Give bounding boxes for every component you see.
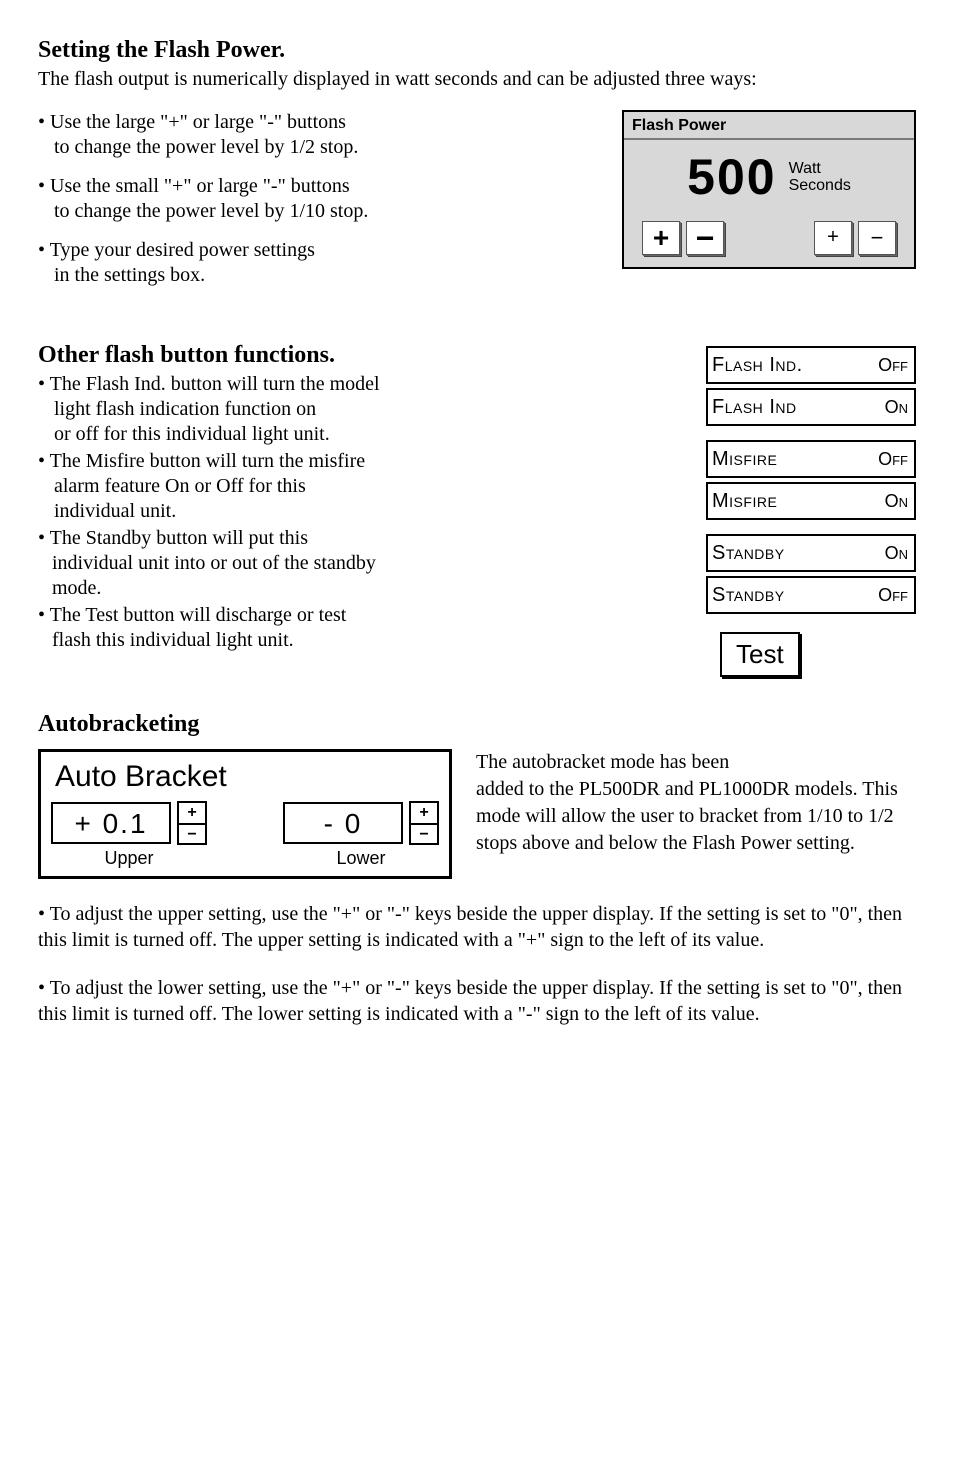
- status-state: On: [885, 490, 908, 513]
- other-functions-bullet-list: • The Flash Ind. button will turn the mo…: [38, 372, 600, 653]
- paragraph-lower: • To adjust the lower setting, use the "…: [38, 975, 916, 1027]
- status-label: Flash Ind: [712, 395, 797, 420]
- lower-stepper: + −: [409, 801, 439, 845]
- bullet-text: • Use the large "+" or large "-" buttons: [38, 110, 582, 135]
- paragraph-upper: • To adjust the upper setting, use the "…: [38, 901, 916, 953]
- bullet-text: or off for this individual light unit.: [38, 422, 600, 447]
- status-state: Off: [878, 354, 908, 377]
- bullet-text: in the settings box.: [38, 263, 582, 288]
- list-item: • The Standby button will put this indiv…: [38, 526, 600, 601]
- bullet-text: alarm feature On or Off for this: [38, 474, 600, 499]
- ab-text-line: added to the PL500DR and PL1000DR models…: [476, 778, 898, 854]
- upper-plus-button[interactable]: +: [179, 803, 205, 823]
- bullet-text: • The Misfire button will turn the misfi…: [38, 449, 600, 474]
- status-state: Off: [878, 448, 908, 471]
- list-item: • Use the large "+" or large "-" buttons…: [38, 110, 582, 160]
- upper-minus-button[interactable]: −: [179, 823, 205, 845]
- bullet-text: • Type your desired power settings: [38, 238, 582, 263]
- status-label: Misfire: [712, 447, 777, 472]
- standby-off-button[interactable]: Standby Off: [706, 576, 916, 614]
- bullet-text: • Use the small "+" or large "-" buttons: [38, 174, 582, 199]
- upper-stepper: + −: [177, 801, 207, 845]
- list-item: • Use the small "+" or large "-" buttons…: [38, 174, 582, 224]
- list-item: • The Flash Ind. button will turn the mo…: [38, 372, 600, 447]
- flash-power-bullet-list: • Use the large "+" or large "-" buttons…: [38, 110, 582, 288]
- test-button[interactable]: Test: [720, 632, 800, 677]
- unit-line: Watt: [789, 160, 821, 177]
- bullet-text: flash this individual light unit.: [38, 628, 600, 653]
- bullet-text: individual unit.: [38, 499, 600, 524]
- bullet-text: • The Standby button will put this: [38, 526, 600, 551]
- bullet-text: • The Test button will discharge or test: [38, 603, 600, 628]
- status-label: Flash Ind.: [712, 353, 803, 378]
- heading-other-functions: Other flash button functions.: [38, 340, 600, 370]
- upper-value-display[interactable]: + 0.1: [51, 802, 171, 844]
- autobracket-description: The autobracket mode has been added to t…: [476, 749, 916, 857]
- ab-text-line: The autobracket mode has been: [476, 751, 729, 773]
- status-label: Misfire: [712, 489, 777, 514]
- status-buttons-illustration: Flash Ind. Off Flash Ind On Misfire Off …: [706, 346, 916, 677]
- list-item: • The Misfire button will turn the misfi…: [38, 449, 600, 524]
- lower-plus-button[interactable]: +: [411, 803, 437, 823]
- auto-bracket-panel: Auto Bracket + 0.1 + − Upper - 0: [38, 749, 452, 879]
- intro-text: The flash output is numerically displaye…: [38, 67, 916, 92]
- status-state: On: [885, 396, 908, 419]
- status-state: On: [885, 542, 908, 565]
- large-minus-button[interactable]: −: [686, 221, 724, 255]
- heading-flash-power: Setting the Flash Power.: [38, 35, 916, 65]
- status-label: Standby: [712, 541, 785, 566]
- flash-power-title: Flash Power: [624, 112, 914, 140]
- standby-on-button[interactable]: Standby On: [706, 534, 916, 572]
- status-label: Standby: [712, 583, 785, 608]
- flash-ind-off-button[interactable]: Flash Ind. Off: [706, 346, 916, 384]
- unit-line: Seconds: [789, 177, 851, 194]
- large-plus-button[interactable]: +: [642, 221, 680, 255]
- flash-power-value[interactable]: 500: [687, 146, 776, 209]
- upper-label: Upper: [104, 847, 153, 870]
- list-item: • The Test button will discharge or test…: [38, 603, 600, 653]
- bullet-text: individual unit into or out of the stand…: [38, 551, 600, 576]
- misfire-on-button[interactable]: Misfire On: [706, 482, 916, 520]
- small-minus-button[interactable]: −: [858, 221, 896, 255]
- flash-ind-on-button[interactable]: Flash Ind On: [706, 388, 916, 426]
- bullet-text: • The Flash Ind. button will turn the mo…: [38, 372, 600, 397]
- lower-label: Lower: [336, 847, 385, 870]
- small-plus-button[interactable]: +: [814, 221, 852, 255]
- auto-bracket-title: Auto Bracket: [51, 758, 439, 796]
- flash-power-panel: Flash Power 500 Watt Seconds + − + −: [622, 110, 916, 269]
- bullet-text: to change the power level by 1/2 stop.: [38, 135, 582, 160]
- misfire-off-button[interactable]: Misfire Off: [706, 440, 916, 478]
- bullet-text: mode.: [38, 576, 600, 601]
- lower-value-display[interactable]: - 0: [283, 802, 403, 844]
- list-item: • Type your desired power settings in th…: [38, 238, 582, 288]
- status-state: Off: [878, 584, 908, 607]
- bullet-text: light flash indication function on: [38, 397, 600, 422]
- bullet-text: to change the power level by 1/10 stop.: [38, 199, 582, 224]
- lower-minus-button[interactable]: −: [411, 823, 437, 845]
- heading-autobracketing: Autobracketing: [38, 709, 916, 739]
- flash-power-unit: Watt Seconds: [789, 160, 851, 195]
